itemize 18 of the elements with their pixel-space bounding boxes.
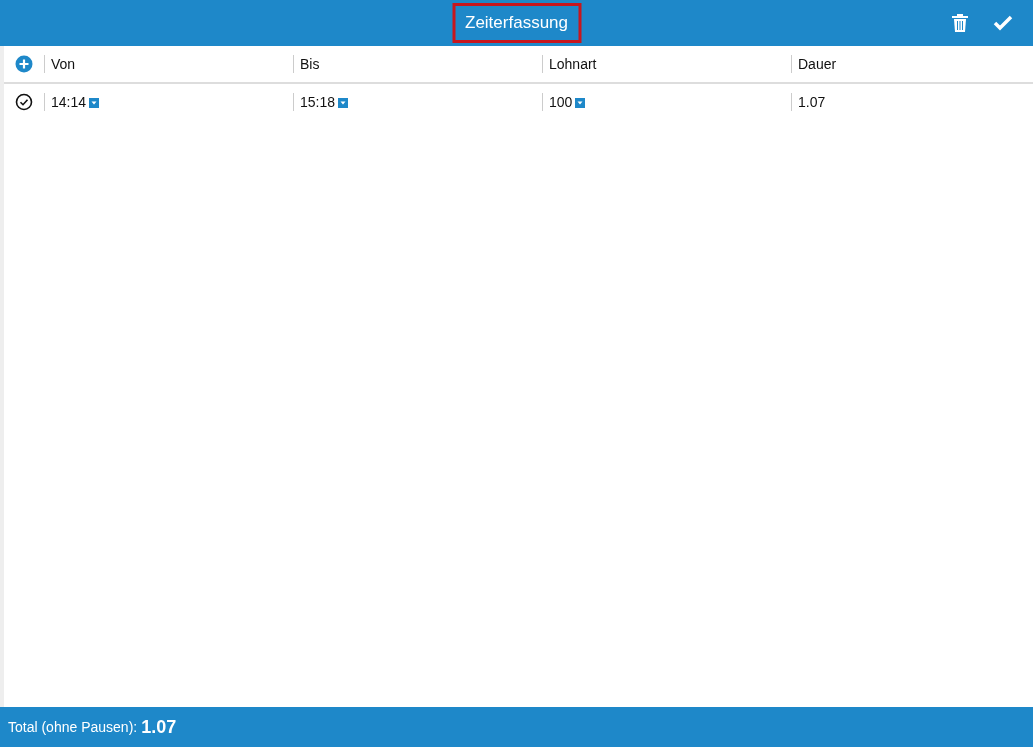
check-circle-icon[interactable] — [15, 93, 33, 111]
dropdown-value[interactable]: 14:14 — [51, 94, 87, 110]
dropdown-icon[interactable] — [338, 98, 349, 109]
dropdown-icon[interactable] — [89, 98, 100, 109]
checkmark-icon — [993, 15, 1013, 31]
window-title: Zeiterfassung — [452, 3, 581, 43]
column-header: Bis — [293, 55, 542, 73]
column-header: Dauer — [791, 55, 1027, 73]
total-label: Total (ohne Pausen): — [8, 717, 138, 737]
column-header: Von — [44, 55, 293, 73]
add-icon[interactable] — [15, 55, 33, 73]
dropdown-value[interactable]: 15:18 — [300, 94, 336, 110]
dropdown-icon[interactable] — [575, 98, 586, 109]
column-header: Lohnart — [542, 55, 791, 73]
dropdown-value[interactable]: 100 — [549, 94, 573, 110]
total-value: 1.07 — [141, 715, 177, 739]
table-cell: 1.07 — [791, 93, 1027, 111]
trash-icon — [951, 14, 969, 32]
